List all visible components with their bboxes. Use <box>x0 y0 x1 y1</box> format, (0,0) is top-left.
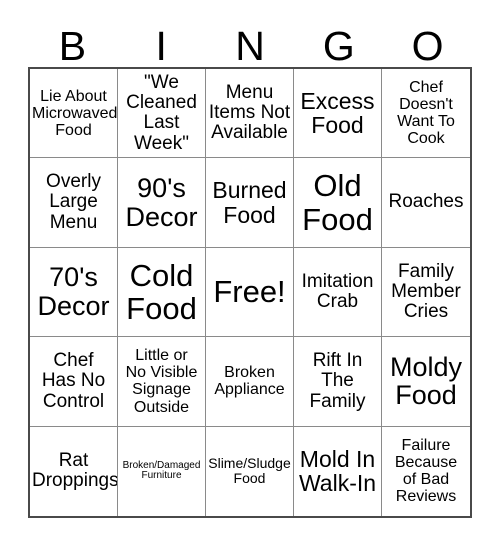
bingo-header-letter-g: G <box>322 23 355 69</box>
bingo-cell-label: 70's Decor <box>37 262 110 321</box>
bingo-cell-label: Menu Items Not Available <box>208 81 291 144</box>
bingo-cell[interactable]: Lie About Microwaved Food <box>30 69 118 159</box>
bingo-cell[interactable]: Rift In The Family <box>294 337 382 427</box>
bingo-cell-label: Mold In Walk-In <box>298 445 377 497</box>
bingo-cell-label: Failure Because of Bad Reviews <box>394 437 458 506</box>
bingo-header-letter-i: I <box>155 23 167 69</box>
bingo-cell[interactable]: Free! <box>206 247 294 338</box>
bingo-cell[interactable]: Excess Food <box>294 69 382 159</box>
bingo-cell-label: Slime/Sludge Food <box>208 455 291 487</box>
bingo-cell[interactable]: Chef Doesn't Want To Cook <box>382 69 470 159</box>
bingo-cell[interactable]: Mold In Walk-In <box>294 426 382 516</box>
bingo-cell[interactable]: Moldy Food <box>382 337 470 427</box>
bingo-cell-label: Free! <box>213 274 286 310</box>
bingo-cell[interactable]: Cold Food <box>118 247 206 338</box>
bingo-cell-label: Moldy Food <box>389 351 463 411</box>
bingo-cell-label: Lie About Microwaved Food <box>32 87 118 139</box>
bingo-cell-label: Family Member Cries <box>391 260 461 323</box>
bingo-cell[interactable]: Broken Appliance <box>206 337 294 427</box>
bingo-cell-label: Roaches <box>388 191 464 213</box>
bingo-cell[interactable]: Rat Droppings <box>30 426 118 516</box>
bingo-cell-label: Rat Droppings <box>32 449 118 492</box>
bingo-cell-label: Rift In The Family <box>309 349 366 412</box>
bingo-cell[interactable]: Old Food <box>294 158 382 248</box>
bingo-cell[interactable]: "We Cleaned Last Week" <box>118 69 206 159</box>
bingo-cell[interactable]: Imitation Crab <box>294 247 382 338</box>
bingo-cell[interactable]: Chef Has No Control <box>30 337 118 427</box>
bingo-card: B I N G O Lie About Microwaved Food "We C… <box>0 0 500 544</box>
bingo-cell[interactable]: 90's Decor <box>118 158 206 248</box>
bingo-cell[interactable]: Slime/Sludge Food <box>206 426 294 516</box>
bingo-cell[interactable]: Little or No Visible Signage Outside <box>118 337 206 427</box>
bingo-cell-label: Chef Has No Control <box>41 349 106 412</box>
bingo-cell-label: Excess Food <box>300 87 375 139</box>
bingo-cell[interactable]: Failure Because of Bad Reviews <box>382 426 470 516</box>
bingo-cell[interactable]: Family Member Cries <box>382 247 470 338</box>
bingo-cell-label: 90's Decor <box>125 172 198 232</box>
bingo-grid: Lie About Microwaved Food "We Cleaned Las… <box>28 67 472 518</box>
bingo-cell-label: Old Food <box>302 168 373 237</box>
bingo-cell[interactable]: Overly Large Menu <box>30 158 118 248</box>
bingo-header-letter-b: B <box>58 23 87 69</box>
bingo-cell-label: Cold Food <box>126 257 197 326</box>
bingo-header-letter-n: N <box>235 23 265 69</box>
bingo-cell-label: Imitation Crab <box>301 270 374 312</box>
bingo-cell[interactable]: Roaches <box>382 158 470 248</box>
bingo-header: B I N G O <box>28 14 472 67</box>
bingo-cell[interactable]: Burned Food <box>206 158 294 248</box>
bingo-cell-label: Chef Doesn't Want To Cook <box>397 78 455 148</box>
bingo-cell-label: "We Cleaned Last Week" <box>126 71 197 154</box>
bingo-header-letter-o: O <box>411 23 444 69</box>
bingo-cell[interactable]: 70's Decor <box>30 247 118 338</box>
bingo-cell-label: Broken/Damaged Furniture <box>122 459 201 482</box>
bingo-cell-label: Burned Food <box>212 176 287 228</box>
bingo-cell-label: Broken Appliance <box>214 364 285 399</box>
bingo-cell-label: Overly Large Menu <box>46 171 101 233</box>
bingo-cell[interactable]: Broken/Damaged Furniture <box>118 426 206 516</box>
bingo-cell[interactable]: Menu Items Not Available <box>206 69 294 159</box>
bingo-cell-label: Little or No Visible Signage Outside <box>125 347 198 416</box>
